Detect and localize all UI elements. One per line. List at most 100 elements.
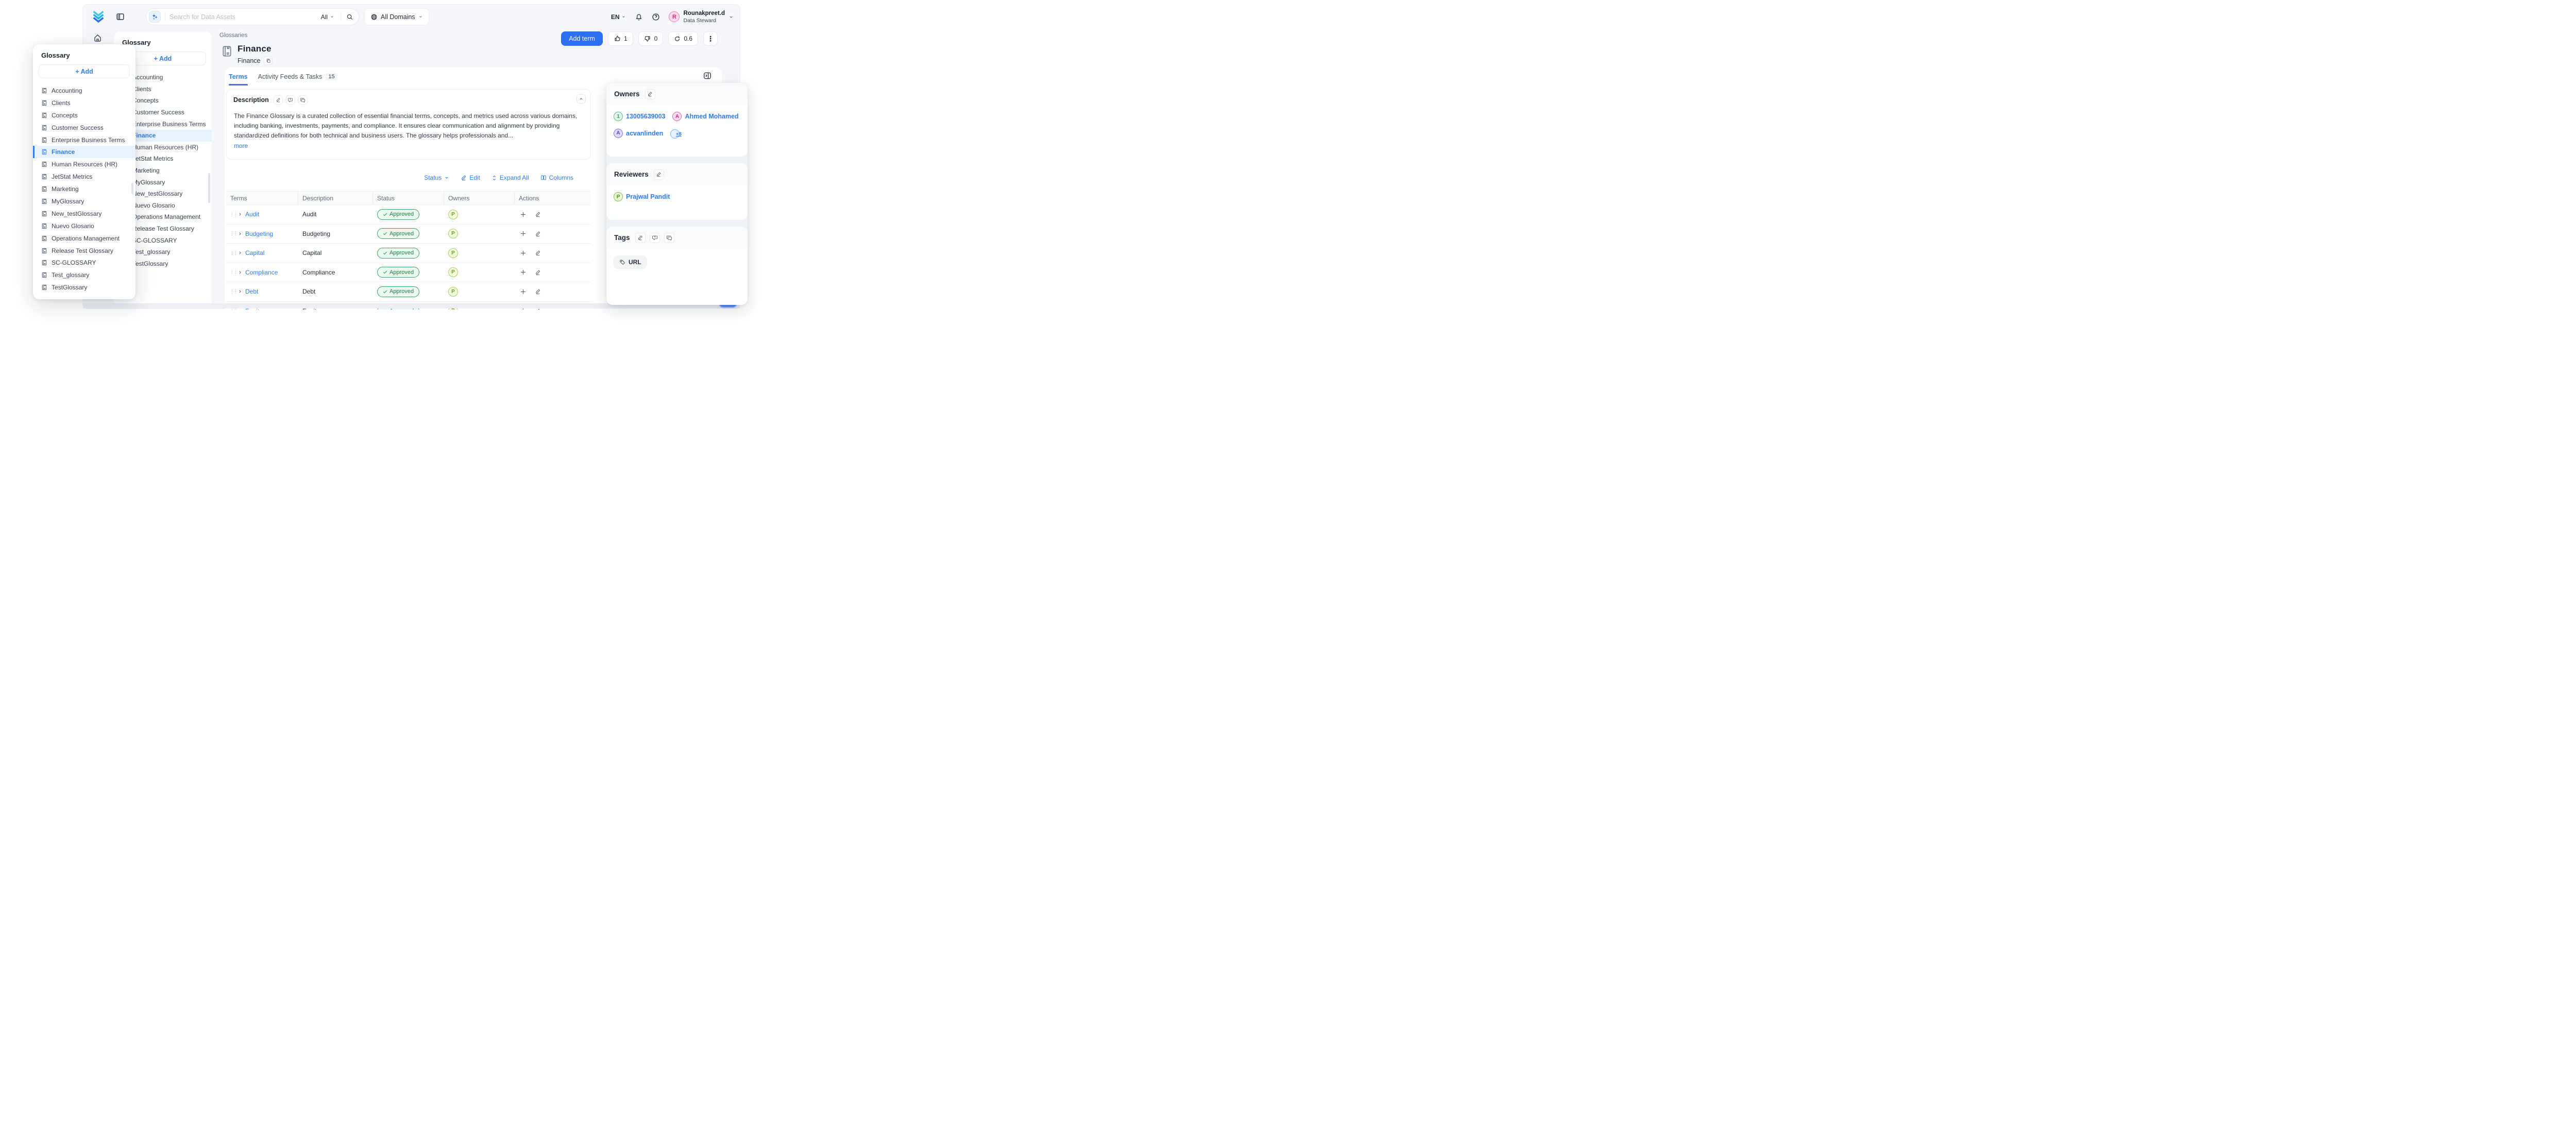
edit-tags-icon[interactable]	[635, 233, 646, 243]
more-owners-badge[interactable]: +8	[670, 129, 680, 139]
more-options-kebab-icon[interactable]: ⋮	[703, 31, 718, 46]
glossary-item-clients[interactable]: Clients	[33, 97, 135, 109]
edit-table-button[interactable]: Edit	[461, 174, 480, 181]
expand-row-icon[interactable]	[238, 289, 243, 294]
edit-reviewers-icon[interactable]	[654, 169, 664, 180]
tab-activity[interactable]: Activity Feeds & Tasks 15	[258, 67, 337, 85]
add-child-term-icon[interactable]	[520, 250, 527, 256]
expand-row-icon[interactable]	[238, 270, 243, 275]
edit-term-icon[interactable]	[535, 269, 541, 276]
version-button[interactable]: 0.6	[668, 31, 698, 46]
expand-row-icon[interactable]	[238, 308, 243, 310]
notifications-bell-icon[interactable]	[635, 13, 643, 21]
downvote-button[interactable]: 0	[638, 31, 664, 46]
app-logo-icon[interactable]	[92, 9, 105, 23]
add-term-button[interactable]: Add term	[561, 31, 603, 46]
term-link[interactable]: Budgeting	[245, 230, 273, 237]
sidebar-toggle-icon[interactable]	[116, 12, 125, 21]
user-chip[interactable]: 113005639003	[614, 112, 665, 121]
term-link[interactable]: Compliance	[245, 269, 278, 276]
drag-handle-icon[interactable]: ⋮⋮	[230, 212, 235, 217]
expand-all-button[interactable]: Expand All	[492, 174, 529, 181]
user-name: Rounakpreet.d	[683, 10, 725, 17]
add-child-term-icon[interactable]	[520, 269, 527, 276]
search-scope-dropdown[interactable]: All	[321, 13, 336, 21]
glossary-item-release-test-glossary[interactable]: Release Test Glossary	[33, 245, 135, 257]
expand-row-icon[interactable]	[238, 231, 243, 236]
request-tags-icon[interactable]	[650, 233, 660, 243]
owner-avatar[interactable]: P	[448, 267, 458, 277]
search-input[interactable]: Search for Data Assets	[170, 13, 321, 21]
user-avatar[interactable]: R	[669, 11, 680, 22]
term-link[interactable]: Capital	[245, 249, 264, 256]
glossary-item-operations-management[interactable]: Operations Management	[33, 232, 135, 245]
edit-term-icon[interactable]	[535, 211, 541, 217]
glossary-item-human-resources-hr-[interactable]: Human Resources (HR)	[33, 158, 135, 170]
home-icon[interactable]	[93, 33, 102, 42]
owner-avatar[interactable]: P	[448, 287, 458, 297]
scrollbar[interactable]	[208, 173, 210, 203]
help-icon[interactable]	[652, 13, 660, 21]
language-dropdown[interactable]: EN	[611, 13, 626, 21]
owner-avatar[interactable]: P	[448, 210, 458, 219]
drag-handle-icon[interactable]: ⋮⋮	[230, 270, 235, 274]
term-link[interactable]: Audit	[245, 211, 259, 218]
user-chip[interactable]: Aacvanlinden	[614, 129, 663, 138]
edit-description-icon[interactable]	[274, 95, 283, 105]
expand-row-icon[interactable]	[238, 250, 243, 255]
user-chip[interactable]: AAhmed Mohamed	[672, 112, 738, 121]
columns-button[interactable]: Columns	[540, 174, 573, 181]
edit-term-icon[interactable]	[535, 250, 541, 256]
glossary-item-sc-glossary[interactable]: SC-GLOSSARY	[33, 256, 135, 269]
tags-comments-icon[interactable]	[664, 233, 674, 243]
drag-handle-icon[interactable]: ⋮⋮	[230, 289, 235, 294]
expand-row-icon[interactable]	[238, 212, 243, 217]
glossary-item-finance[interactable]: Finance	[33, 146, 135, 158]
add-child-term-icon[interactable]	[520, 288, 527, 295]
collapse-panel-icon[interactable]	[703, 72, 711, 80]
edit-term-icon[interactable]	[535, 231, 541, 237]
scrollbar[interactable]	[131, 183, 133, 194]
tag-chip[interactable]: URL	[614, 255, 647, 269]
glossary-item-customer-success[interactable]: Customer Success	[33, 122, 135, 134]
upvote-button[interactable]: 1	[608, 31, 633, 46]
copy-icon[interactable]	[264, 56, 273, 65]
breadcrumb[interactable]: Glossaries	[219, 32, 247, 39]
glossary-item-testglossary[interactable]: TestGlossary	[33, 281, 135, 294]
request-description-icon[interactable]	[286, 95, 295, 105]
book-icon	[41, 260, 47, 266]
glossary-item-enterprise-business-terms[interactable]: Enterprise Business Terms	[33, 134, 135, 146]
add-child-term-icon[interactable]	[520, 211, 527, 218]
owner-avatar[interactable]: P	[448, 229, 458, 238]
glossary-item-myglossary[interactable]: MyGlossary	[33, 195, 135, 208]
glossary-item-accounting[interactable]: Accounting	[33, 84, 135, 97]
user-chip[interactable]: PPrajwal Pandit	[614, 192, 670, 201]
status-filter-dropdown[interactable]: Status	[424, 174, 449, 181]
global-search[interactable]: Search for Data Assets All	[146, 8, 359, 25]
description-more-link[interactable]: more	[227, 142, 248, 149]
user-menu[interactable]: R Rounakpreet.d Data Steward	[669, 10, 734, 23]
owner-avatar[interactable]: P	[448, 248, 458, 258]
search-icon[interactable]	[346, 13, 353, 21]
drag-handle-icon[interactable]: ⋮⋮	[230, 308, 235, 310]
glossary-item-new-testglossary[interactable]: New_testGlossary	[33, 208, 135, 220]
comments-icon[interactable]	[298, 95, 308, 105]
glossary-item-nuevo-glosario[interactable]: Nuevo Glosario	[33, 220, 135, 232]
glossary-item-jetstat-metrics[interactable]: JetStat Metrics	[33, 170, 135, 183]
glossary-item-marketing[interactable]: Marketing	[33, 183, 135, 195]
glossary-item-test-glossary[interactable]: Test_glossary	[33, 269, 135, 281]
tab-terms[interactable]: Terms	[229, 67, 248, 85]
term-description: Budgeting	[298, 230, 373, 237]
domains-dropdown[interactable]: All Domains	[364, 8, 429, 25]
glossary-item-concepts[interactable]: Concepts	[33, 109, 135, 122]
column-header-terms: Terms	[226, 192, 298, 204]
add-child-term-icon[interactable]	[520, 230, 527, 237]
term-link[interactable]: Debt	[245, 288, 258, 295]
edit-term-icon[interactable]	[535, 288, 541, 295]
add-glossary-button[interactable]: + Add	[39, 64, 130, 78]
collapse-description-icon[interactable]	[577, 94, 586, 104]
edit-owners-icon[interactable]	[645, 89, 655, 99]
drag-handle-icon[interactable]: ⋮⋮	[230, 251, 235, 255]
ai-sparkles-icon[interactable]	[149, 11, 161, 23]
drag-handle-icon[interactable]: ⋮⋮	[230, 231, 235, 236]
